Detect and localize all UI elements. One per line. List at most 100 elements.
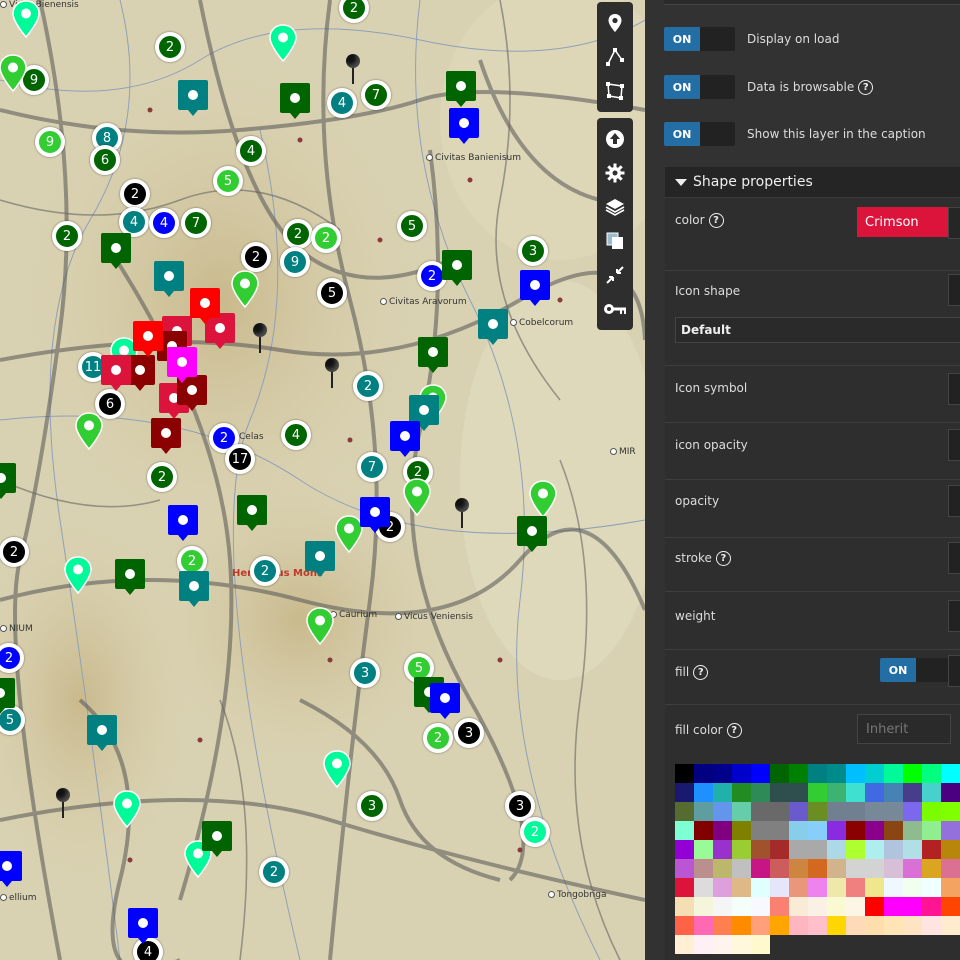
palette-swatch[interactable]	[846, 840, 865, 859]
palette-swatch[interactable]	[846, 878, 865, 897]
palette-swatch[interactable]	[827, 897, 846, 916]
map-marker[interactable]	[304, 540, 336, 578]
palette-swatch[interactable]	[903, 859, 922, 878]
map-marker[interactable]	[112, 790, 142, 828]
palette-swatch[interactable]	[808, 916, 827, 935]
palette-swatch[interactable]	[941, 840, 960, 859]
marker-cluster[interactable]: 6	[90, 145, 120, 175]
palette-swatch[interactable]	[922, 859, 941, 878]
map-marker[interactable]	[389, 420, 421, 458]
palette-swatch[interactable]	[770, 859, 789, 878]
palette-swatch[interactable]	[846, 821, 865, 840]
palette-swatch[interactable]	[865, 802, 884, 821]
marker-cluster[interactable]: 17	[225, 444, 255, 474]
palette-swatch[interactable]	[713, 840, 732, 859]
palette-swatch[interactable]	[941, 783, 960, 802]
map-marker[interactable]	[177, 79, 209, 117]
palette-swatch[interactable]	[922, 878, 941, 897]
marker-cluster[interactable]: 5	[397, 211, 427, 241]
marker-cluster[interactable]: 3	[518, 236, 548, 266]
marker-cluster[interactable]: 2	[0, 537, 29, 567]
palette-swatch[interactable]	[827, 802, 846, 821]
help-icon[interactable]: ?	[715, 551, 731, 566]
palette-swatch[interactable]	[751, 840, 770, 859]
palette-swatch[interactable]	[751, 859, 770, 878]
marker-cluster[interactable]: 9	[35, 127, 65, 157]
map-marker[interactable]	[201, 820, 233, 858]
marker-cluster[interactable]: 2	[250, 556, 280, 586]
show-in-caption-switch[interactable]: ON	[664, 122, 735, 146]
map-marker[interactable]	[150, 417, 182, 455]
palette-swatch[interactable]	[808, 878, 827, 897]
palette-swatch[interactable]	[884, 821, 903, 840]
palette-swatch[interactable]	[732, 764, 751, 783]
palette-swatch[interactable]	[694, 859, 713, 878]
palette-swatch[interactable]	[884, 802, 903, 821]
palette-swatch[interactable]	[675, 764, 694, 783]
palette-swatch[interactable]	[865, 878, 884, 897]
palette-swatch[interactable]	[732, 802, 751, 821]
palette-swatch[interactable]	[732, 916, 751, 935]
palette-swatch[interactable]	[675, 840, 694, 859]
map-tack-marker[interactable]	[325, 358, 339, 388]
map-marker[interactable]	[445, 70, 477, 108]
palette-swatch[interactable]	[732, 783, 751, 802]
palette-swatch[interactable]	[732, 840, 751, 859]
palette-swatch[interactable]	[770, 821, 789, 840]
palette-swatch[interactable]	[751, 783, 770, 802]
palette-swatch[interactable]	[827, 821, 846, 840]
palette-swatch[interactable]	[865, 764, 884, 783]
palette-swatch[interactable]	[713, 935, 732, 954]
map-marker[interactable]	[279, 82, 311, 120]
palette-swatch[interactable]	[808, 821, 827, 840]
palette-swatch[interactable]	[903, 802, 922, 821]
fill-color-input[interactable]: Inherit	[857, 714, 951, 744]
marker-cluster[interactable]: 5	[213, 166, 243, 196]
palette-swatch[interactable]	[884, 916, 903, 935]
palette-swatch[interactable]	[770, 802, 789, 821]
palette-swatch[interactable]	[713, 916, 732, 935]
palette-swatch[interactable]	[846, 764, 865, 783]
map-marker[interactable]	[0, 462, 17, 500]
display-on-load-switch[interactable]: ON	[664, 27, 735, 51]
marker-cluster[interactable]: 4	[236, 136, 266, 166]
map-marker[interactable]	[178, 570, 210, 608]
palette-swatch[interactable]	[941, 878, 960, 897]
marker-cluster[interactable]: 7	[361, 80, 391, 110]
map-marker[interactable]	[132, 320, 164, 358]
map-canvas[interactable]: Civitas Banienisum Cobelcorum Civitas Ar…	[0, 0, 645, 960]
map-marker[interactable]	[63, 556, 93, 594]
map-tack-marker[interactable]	[253, 323, 267, 353]
palette-swatch[interactable]	[713, 878, 732, 897]
help-icon[interactable]: ?	[708, 213, 724, 228]
palette-swatch[interactable]	[675, 802, 694, 821]
palette-swatch[interactable]	[694, 916, 713, 935]
palette-swatch[interactable]	[751, 821, 770, 840]
palette-swatch[interactable]	[865, 821, 884, 840]
map-marker[interactable]	[236, 494, 268, 532]
palette-swatch[interactable]	[808, 764, 827, 783]
palette-swatch[interactable]	[865, 840, 884, 859]
palette-swatch[interactable]	[675, 916, 694, 935]
map-marker[interactable]	[441, 249, 473, 287]
help-icon[interactable]: ?	[726, 723, 742, 738]
palette-swatch[interactable]	[846, 783, 865, 802]
fill-button[interactable]	[948, 655, 960, 687]
palette-swatch[interactable]	[922, 916, 941, 935]
palette-swatch[interactable]	[770, 783, 789, 802]
color-input[interactable]: Crimson	[857, 207, 951, 237]
map-marker[interactable]	[74, 412, 104, 450]
map-marker[interactable]	[0, 54, 28, 92]
map-marker[interactable]	[100, 232, 132, 270]
map-marker[interactable]	[189, 287, 221, 325]
map-tack-marker[interactable]	[346, 54, 360, 84]
palette-swatch[interactable]	[903, 821, 922, 840]
palette-swatch[interactable]	[941, 821, 960, 840]
palette-swatch[interactable]	[827, 878, 846, 897]
palette-swatch[interactable]	[808, 802, 827, 821]
map-marker[interactable]	[519, 269, 551, 307]
map-marker[interactable]	[86, 714, 118, 752]
marker-cluster[interactable]: 3	[454, 718, 484, 748]
map-tack-marker[interactable]	[56, 788, 70, 818]
palette-swatch[interactable]	[732, 878, 751, 897]
